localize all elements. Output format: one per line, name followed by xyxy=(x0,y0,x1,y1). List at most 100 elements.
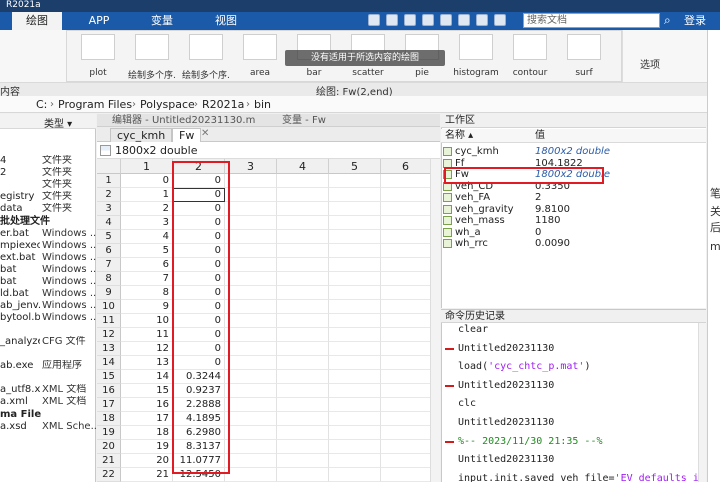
table-cell[interactable]: 0 xyxy=(173,216,225,230)
table-cell[interactable] xyxy=(225,300,277,314)
table-cell[interactable] xyxy=(225,454,277,468)
table-cell[interactable] xyxy=(329,356,381,370)
table-cell[interactable] xyxy=(381,174,431,188)
table-cell[interactable]: 0 xyxy=(173,300,225,314)
list-item[interactable]: a.xml XML 文档 xyxy=(0,396,96,408)
list-item[interactable]: a.xsd XML Sche... xyxy=(0,421,96,433)
table-cell[interactable]: 0 xyxy=(121,174,173,188)
workspace-variable-row[interactable]: Fw 1800x2 double xyxy=(441,169,706,180)
list-item[interactable]: a_utf8.xmlXML 文档 xyxy=(0,384,96,396)
breadcrumb-folder[interactable]: bin xyxy=(254,98,271,111)
value-column-header[interactable]: 值 xyxy=(535,129,545,143)
table-cell[interactable] xyxy=(277,356,329,370)
table-cell[interactable] xyxy=(277,272,329,286)
table-cell[interactable]: 0 xyxy=(173,356,225,370)
workspace-variable-row[interactable]: cyc_kmh 1800x2 double xyxy=(441,146,706,157)
table-cell[interactable] xyxy=(329,454,381,468)
paste-icon[interactable] xyxy=(422,14,434,26)
table-cell[interactable]: 14 xyxy=(121,370,173,384)
table-cell[interactable] xyxy=(225,328,277,342)
login-button[interactable]: 登录 xyxy=(684,13,706,29)
row-header[interactable]: 2 xyxy=(97,188,121,202)
row-header[interactable]: 6 xyxy=(97,244,121,258)
table-cell[interactable]: 7 xyxy=(121,272,173,286)
help-icon[interactable] xyxy=(494,14,506,26)
workspace-variable-row[interactable]: wh_rrc 0.0090 xyxy=(441,238,706,249)
table-cell[interactable] xyxy=(225,216,277,230)
table-cell[interactable] xyxy=(329,468,381,482)
list-item[interactable]: _analyze...CFG 文件 xyxy=(0,336,96,348)
table-cell[interactable] xyxy=(381,370,431,384)
gallery-multi-2[interactable]: 绘制多个序... xyxy=(182,34,230,82)
table-cell[interactable] xyxy=(329,258,381,272)
table-cell[interactable]: 0 xyxy=(173,342,225,356)
table-cell[interactable] xyxy=(225,412,277,426)
table-cell[interactable] xyxy=(225,244,277,258)
table-cell[interactable]: 0 xyxy=(173,174,225,188)
gallery-area[interactable]: area xyxy=(236,34,284,82)
tab-variables[interactable]: 变量 - Fw xyxy=(282,114,326,127)
row-header[interactable]: 10 xyxy=(97,300,121,314)
column-header[interactable]: 1 xyxy=(121,159,173,174)
row-header[interactable]: 13 xyxy=(97,342,121,356)
table-cell[interactable] xyxy=(329,216,381,230)
history-entry[interactable]: Untitled20231130 xyxy=(441,377,706,395)
row-header[interactable]: 16 xyxy=(97,384,121,398)
list-item[interactable]: 2 文件夹 xyxy=(0,167,96,179)
table-cell[interactable] xyxy=(225,468,277,482)
table-cell[interactable]: 5 xyxy=(121,244,173,258)
table-cell[interactable]: 16 xyxy=(121,398,173,412)
row-header[interactable]: 21 xyxy=(97,454,121,468)
table-cell[interactable] xyxy=(381,384,431,398)
table-cell[interactable]: 0 xyxy=(173,272,225,286)
switch-windows-icon[interactable] xyxy=(476,14,488,26)
table-cell[interactable] xyxy=(329,440,381,454)
table-cell[interactable] xyxy=(329,412,381,426)
row-header[interactable]: 14 xyxy=(97,356,121,370)
table-cell[interactable]: 3 xyxy=(121,216,173,230)
table-cell[interactable] xyxy=(381,300,431,314)
table-cell[interactable] xyxy=(277,230,329,244)
table-cell[interactable] xyxy=(225,342,277,356)
workspace-variable-row[interactable]: veh_gravity 9.8100 xyxy=(441,204,706,215)
row-header[interactable]: 8 xyxy=(97,272,121,286)
tab-variable[interactable]: 变量 xyxy=(136,12,188,30)
gallery-contour[interactable]: contour xyxy=(506,34,554,82)
list-item[interactable]: 文件夹 xyxy=(0,179,96,191)
table-cell[interactable]: 0 xyxy=(173,328,225,342)
table-cell[interactable] xyxy=(381,230,431,244)
table-cell[interactable]: 19 xyxy=(121,440,173,454)
table-cell[interactable]: 2 xyxy=(121,202,173,216)
table-cell[interactable] xyxy=(277,216,329,230)
table-cell[interactable] xyxy=(225,398,277,412)
table-cell[interactable] xyxy=(225,286,277,300)
table-cell[interactable] xyxy=(225,202,277,216)
table-cell[interactable] xyxy=(277,174,329,188)
table-cell[interactable]: 0 xyxy=(173,286,225,300)
list-item[interactable]: data 文件夹 xyxy=(0,203,96,215)
save-icon[interactable] xyxy=(368,14,380,26)
table-cell[interactable] xyxy=(329,230,381,244)
table-cell[interactable] xyxy=(381,412,431,426)
history-entry[interactable]: clc xyxy=(441,395,706,413)
tab-apps[interactable]: APP xyxy=(74,12,124,30)
table-cell[interactable] xyxy=(225,440,277,454)
table-cell[interactable] xyxy=(381,454,431,468)
breadcrumb-folder[interactable]: Program Files xyxy=(58,98,132,111)
row-header[interactable]: 11 xyxy=(97,314,121,328)
table-cell[interactable]: 0.9237 xyxy=(173,384,225,398)
table-cell[interactable] xyxy=(225,174,277,188)
table-cell[interactable] xyxy=(277,426,329,440)
table-cell[interactable] xyxy=(277,440,329,454)
table-cell[interactable]: 1 xyxy=(121,188,173,202)
name-column-header[interactable]: 名称 ▴ xyxy=(445,129,473,143)
tab-cyc-kmh[interactable]: cyc_kmh xyxy=(110,128,173,142)
table-cell[interactable] xyxy=(225,426,277,440)
tab-plots[interactable]: 绘图 xyxy=(12,12,62,30)
gallery-plot[interactable]: plot xyxy=(74,34,122,82)
table-cell[interactable] xyxy=(277,286,329,300)
table-cell[interactable] xyxy=(277,314,329,328)
table-cell[interactable] xyxy=(225,370,277,384)
table-cell[interactable]: 10 xyxy=(121,314,173,328)
table-cell[interactable]: 8 xyxy=(121,286,173,300)
